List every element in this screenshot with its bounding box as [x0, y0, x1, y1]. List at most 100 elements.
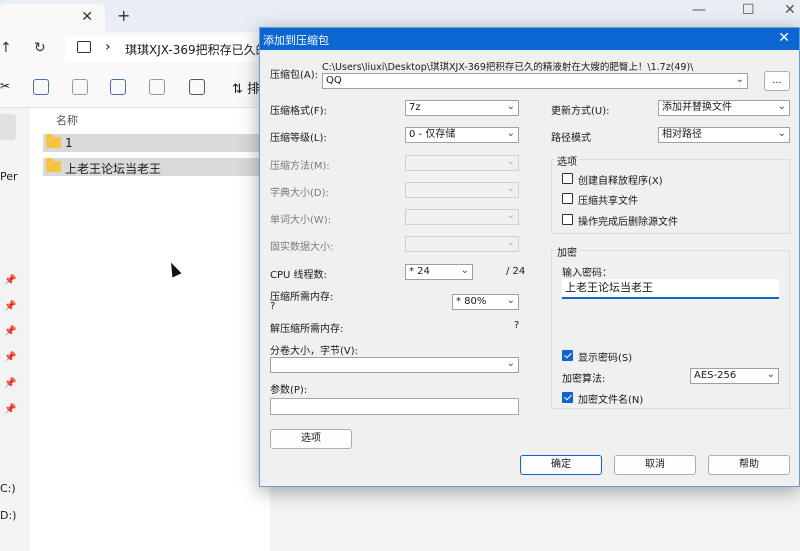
- close-tab-icon[interactable]: ✕: [81, 9, 93, 25]
- file-row[interactable]: 上老王论坛当老王: [43, 158, 270, 176]
- maximize-icon[interactable]: ☐: [742, 2, 755, 18]
- chevron-down-icon: ⌄: [777, 101, 786, 112]
- minimize-icon[interactable]: —: [692, 2, 706, 18]
- copy-icon[interactable]: [33, 79, 49, 95]
- add-to-archive-dialog: 添加到压缩包 ✕ 压缩包(A): C:\Users\liuxi\Desktop\…: [259, 27, 800, 487]
- paste-icon[interactable]: [72, 79, 88, 95]
- pin-icon: 📌: [4, 301, 17, 312]
- level-select[interactable]: 0 - 仅存储 ⌄: [405, 127, 519, 143]
- word-label: 单词大小(W):: [270, 215, 332, 226]
- word-select: ⌄: [405, 209, 519, 225]
- chevron-down-icon: ⌄: [766, 369, 775, 380]
- options-group-title: 选项: [555, 153, 579, 168]
- mem-percent-value: * 80%: [456, 296, 487, 307]
- shared-checkbox[interactable]: [562, 193, 573, 204]
- window-close-icon[interactable]: ✕: [784, 2, 796, 18]
- chevron-down-icon[interactable]: ⌄: [736, 73, 744, 87]
- close-icon[interactable]: ✕: [778, 30, 790, 46]
- sfx-label[interactable]: 创建自释放程序(X): [578, 172, 663, 187]
- nav-item-text[interactable]: Per: [0, 170, 18, 183]
- explorer-tab[interactable]: ✕: [0, 4, 105, 32]
- volume-combo[interactable]: ⌄: [270, 357, 519, 373]
- encrypt-names-label[interactable]: 加密文件名(N): [578, 391, 643, 406]
- chevron-down-icon[interactable]: ⌄: [507, 357, 515, 371]
- show-password-checkbox[interactable]: [562, 350, 573, 361]
- method-select: ⌄: [405, 155, 519, 171]
- explorer-nav-pane: Per 📌 📌 📌 📌 📌 📌 C:) D:): [0, 108, 30, 551]
- pin-icon: 📌: [4, 352, 17, 363]
- file-name: 1: [65, 136, 73, 150]
- password-label: 输入密码：: [562, 268, 612, 279]
- dict-label: 字典大小(D):: [270, 188, 329, 199]
- cut-icon[interactable]: ✂: [0, 79, 16, 95]
- level-label: 压缩等级(L):: [270, 133, 327, 144]
- refresh-icon[interactable]: ↻: [34, 40, 46, 56]
- solid-select: ⌄: [405, 236, 519, 252]
- address-path: 琪琪XJX-369把积存已久的: [125, 43, 268, 57]
- params-input[interactable]: [270, 398, 519, 415]
- mem-comp-value: ?: [270, 301, 276, 312]
- delete-label[interactable]: 操作完成后删除源文件: [578, 213, 678, 228]
- pathmode-label: 路径模式: [551, 133, 591, 144]
- archive-path: C:\Users\liuxi\Desktop\琪琪XJX-369把积存已久的精液…: [322, 62, 694, 73]
- chevron-right-icon[interactable]: ›: [105, 39, 111, 55]
- file-row[interactable]: 1: [43, 134, 270, 152]
- update-label: 更新方式(U):: [551, 106, 610, 117]
- cancel-button[interactable]: 取消: [614, 455, 696, 475]
- drive-c[interactable]: C:): [0, 482, 16, 495]
- new-tab-icon[interactable]: +: [117, 6, 130, 25]
- folder-icon: [46, 158, 61, 172]
- params-label: 参数(P):: [270, 385, 308, 396]
- options-button[interactable]: 选项: [270, 429, 352, 449]
- enc-method-select[interactable]: AES-256 ⌄: [690, 368, 779, 384]
- threads-value: * 24: [409, 266, 430, 277]
- volume-label: 分卷大小，字节(V):: [270, 346, 359, 357]
- shared-label[interactable]: 压缩共享文件: [578, 192, 638, 207]
- password-input[interactable]: 上老王论坛当老王: [562, 279, 779, 299]
- archive-name-value: QQ: [326, 75, 342, 86]
- pin-icon: 📌: [4, 326, 17, 337]
- up-arrow-icon[interactable]: ↑: [0, 40, 12, 56]
- dialog-title: 添加到压缩包: [263, 34, 329, 47]
- sfx-checkbox[interactable]: [562, 173, 573, 184]
- password-value: 上老王论坛当老王: [565, 281, 653, 294]
- share-icon[interactable]: [149, 79, 165, 95]
- chevron-down-icon: ⌄: [506, 183, 515, 194]
- format-value: 7z: [409, 102, 421, 113]
- mem-percent-select[interactable]: * 80% ⌄: [452, 294, 519, 310]
- mem-decomp-value: ?: [514, 320, 520, 331]
- chevron-down-icon: ⌄: [460, 265, 469, 276]
- pin-icon: 📌: [4, 275, 17, 286]
- ok-button[interactable]: 确定: [520, 455, 602, 475]
- browse-button[interactable]: ...: [764, 71, 790, 91]
- threads-select[interactable]: * 24 ⌄: [405, 264, 473, 280]
- encrypt-names-checkbox[interactable]: [562, 392, 573, 403]
- rename-icon[interactable]: [110, 79, 126, 95]
- dict-select: ⌄: [405, 182, 519, 198]
- chevron-down-icon: ⌄: [506, 128, 515, 139]
- column-header-name[interactable]: 名称: [56, 112, 78, 128]
- mem-comp-label: 压缩所需内存:: [270, 292, 334, 303]
- update-select[interactable]: 添加并替换文件 ⌄: [658, 100, 790, 116]
- format-select[interactable]: 7z ⌄: [405, 100, 519, 116]
- mem-decomp-label: 解压缩所需内存:: [270, 324, 344, 335]
- chevron-down-icon: ⌄: [506, 237, 515, 248]
- drive-d[interactable]: D:): [0, 509, 16, 522]
- pathmode-select[interactable]: 相对路径 ⌄: [658, 127, 790, 143]
- threads-total: / 24: [506, 266, 526, 277]
- encrypt-group-title: 加密: [555, 244, 579, 259]
- chevron-down-icon: ⌄: [506, 295, 515, 306]
- archive-label: 压缩包(A):: [270, 70, 319, 81]
- delete-icon[interactable]: [189, 79, 205, 95]
- nav-selected-item[interactable]: [0, 114, 16, 140]
- help-button[interactable]: 帮助: [708, 455, 790, 475]
- sort-button[interactable]: ⇅ 排: [232, 78, 260, 97]
- show-password-label[interactable]: 显示密码(S): [578, 349, 632, 364]
- archive-name-combo[interactable]: QQ ⌄: [322, 73, 748, 89]
- chevron-down-icon: ⌄: [506, 210, 515, 221]
- explorer-file-list: 名称 1 上老王论坛当老王: [30, 108, 270, 551]
- enc-method-value: AES-256: [694, 370, 737, 381]
- delete-checkbox[interactable]: [562, 214, 573, 225]
- level-value: 0 - 仅存储: [409, 129, 456, 140]
- enc-method-label: 加密算法:: [562, 374, 606, 385]
